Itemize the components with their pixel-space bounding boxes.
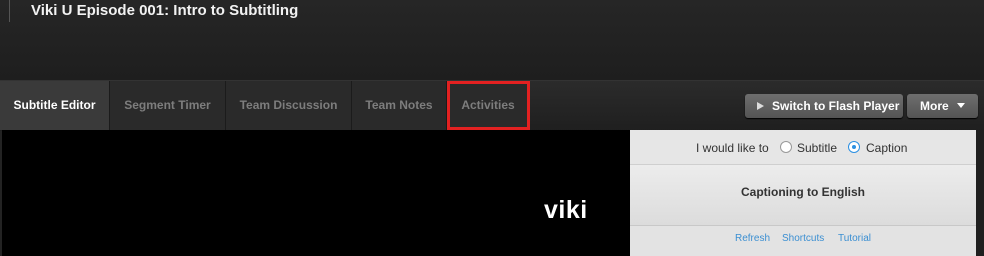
editor-panel: I would like to Subtitle Caption Caption… xyxy=(630,130,976,256)
panel-links: Refresh Shortcuts Tutorial xyxy=(630,226,976,256)
more-button[interactable]: More xyxy=(907,94,978,118)
viki-logo: viki xyxy=(544,196,588,224)
title-divider xyxy=(9,0,10,22)
shortcuts-link[interactable]: Shortcuts xyxy=(782,233,824,244)
page-title: Viki U Episode 001: Intro to Subtitling xyxy=(31,2,299,19)
tab-segment-timer[interactable]: Segment Timer xyxy=(110,81,226,130)
switch-to-flash-label: Switch to Flash Player xyxy=(772,99,900,113)
subtitle-radio[interactable] xyxy=(780,141,792,153)
switch-to-flash-button[interactable]: Switch to Flash Player xyxy=(745,94,903,118)
tab-subtitle-editor[interactable]: Subtitle Editor xyxy=(0,81,110,130)
mode-prompt: I would like to xyxy=(696,141,769,155)
play-icon xyxy=(757,102,764,110)
caption-radio[interactable] xyxy=(848,141,860,153)
caption-option-label[interactable]: Caption xyxy=(866,141,907,155)
panel-edge xyxy=(976,130,984,256)
title-bar: Viki U Episode 001: Intro to Subtitling xyxy=(0,0,984,80)
chevron-down-icon xyxy=(956,103,965,108)
tab-team-discussion[interactable]: Team Discussion xyxy=(226,81,352,130)
caption-heading: Captioning to English xyxy=(741,185,865,199)
more-label: More xyxy=(920,99,949,113)
subtitle-option-label[interactable]: Subtitle xyxy=(797,141,837,155)
refresh-link[interactable]: Refresh xyxy=(735,233,770,244)
video-player[interactable] xyxy=(2,130,630,256)
tutorial-link[interactable]: Tutorial xyxy=(838,233,871,244)
tab-activities[interactable]: Activities xyxy=(447,81,530,130)
tab-team-notes[interactable]: Team Notes xyxy=(352,81,447,130)
mode-selector: I would like to Subtitle Caption xyxy=(630,130,976,165)
caption-header: Captioning to English xyxy=(630,165,976,226)
